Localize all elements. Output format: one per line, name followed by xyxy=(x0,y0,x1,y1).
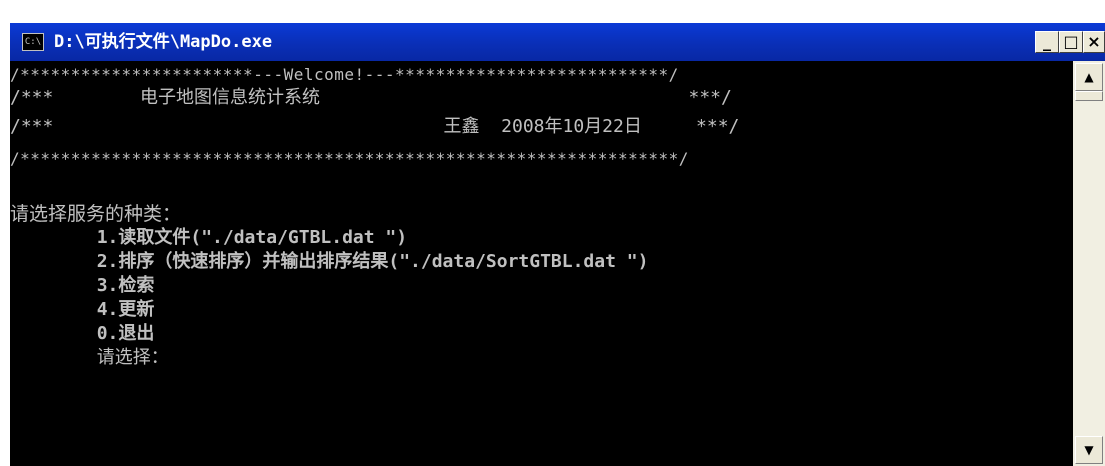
scroll-thumb[interactable] xyxy=(1075,91,1103,101)
menu-item-sort: 2.排序（快速排序）并输出排序结果("./data/SortGTBL.dat "… xyxy=(10,251,649,272)
menu-item-update: 4.更新 xyxy=(10,299,155,320)
maximize-button[interactable]: □ xyxy=(1059,31,1083,53)
menu-item-search: 3.检索 xyxy=(10,275,155,296)
console-app-icon[interactable]: C:\ xyxy=(22,33,44,51)
banner-system-title-line: /*** 电子地图信息统计系统 ***/ xyxy=(10,87,732,108)
banner-bottom-line: /***************************************… xyxy=(10,149,689,168)
scroll-down-icon[interactable]: ▼ xyxy=(1075,436,1103,464)
scroll-up-icon[interactable]: ▲ xyxy=(1075,63,1103,91)
banner-top-line: /***********************---Welcome!---**… xyxy=(10,65,679,84)
minimize-button[interactable]: _ xyxy=(1035,31,1059,53)
window-title: D:\可执行文件\MapDo.exe xyxy=(54,32,273,52)
vertical-scrollbar[interactable]: ▲ ▼ xyxy=(1073,61,1105,466)
title-bar[interactable]: C:\ D:\可执行文件\MapDo.exe _ □ × xyxy=(10,23,1105,61)
console-window: C:\ D:\可执行文件\MapDo.exe _ □ × /**********… xyxy=(10,23,1105,466)
close-button[interactable]: × xyxy=(1083,31,1105,53)
console-output[interactable]: /***********************---Welcome!---**… xyxy=(10,61,1073,466)
banner-author-date-line: /*** 王鑫 2008年10月22日 ***/ xyxy=(10,116,740,137)
menu-prompt-heading: 请选择服务的种类： xyxy=(10,203,182,225)
input-prompt: 请选择： xyxy=(10,347,169,368)
menu-item-exit: 0.退出 xyxy=(10,323,155,344)
menu-item-read-file: 1.读取文件("./data/GTBL.dat ") xyxy=(10,227,408,248)
